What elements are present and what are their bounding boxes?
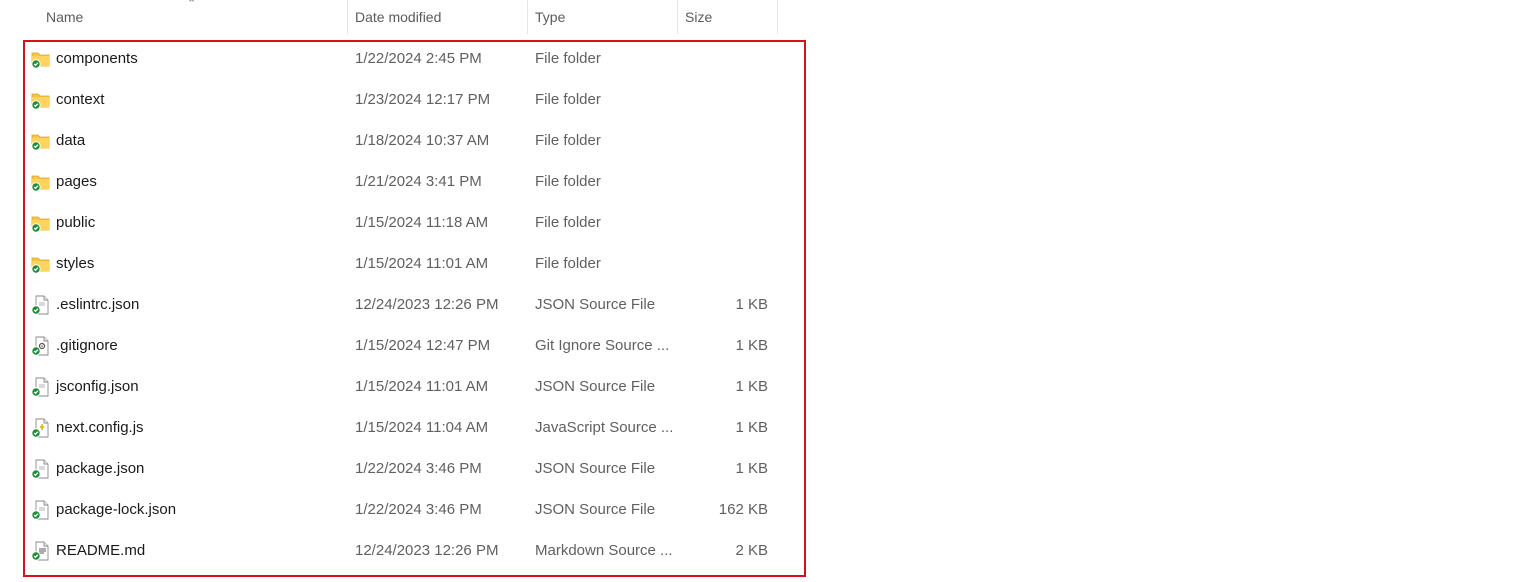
column-divider[interactable] bbox=[777, 0, 778, 34]
column-header-bar: Name ⌃ Date modified Type Size bbox=[0, 0, 778, 34]
column-header-date-modified[interactable]: Date modified bbox=[347, 0, 527, 34]
column-header-type[interactable]: Type bbox=[527, 0, 677, 34]
column-header-size[interactable]: Size bbox=[677, 0, 778, 34]
highlight-annotation-box bbox=[23, 40, 806, 577]
sort-ascending-chevron-icon: ⌃ bbox=[187, 0, 197, 10]
